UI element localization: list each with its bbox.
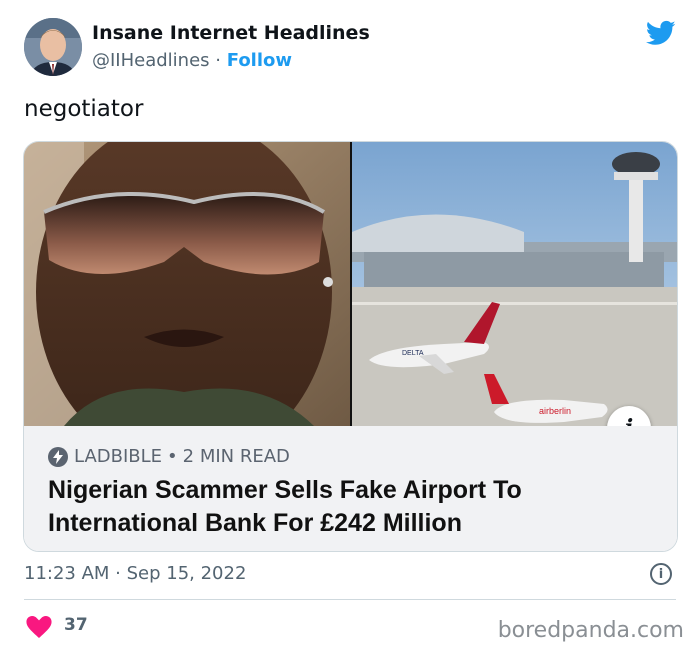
watermark: boredpanda.com xyxy=(497,618,684,643)
card-image[interactable]: DELTA airberlin xyxy=(24,142,677,426)
heart-icon[interactable] xyxy=(26,616,52,638)
follow-button[interactable]: Follow xyxy=(227,50,292,71)
tweet-timestamp[interactable]: 11:23 AM · Sep 15, 2022 xyxy=(24,563,246,584)
tweet: Insane Internet Headlines @IIHeadlines ·… xyxy=(0,0,700,653)
link-card[interactable]: DELTA airberlin i LADBIBLE • 2 MIN READ … xyxy=(23,141,678,552)
avatar-image xyxy=(24,18,82,76)
lightning-bolt-icon xyxy=(48,446,68,467)
author-avatar[interactable] xyxy=(24,18,82,76)
card-read-time: 2 MIN READ xyxy=(182,446,290,467)
plane-livery-airberlin: airberlin xyxy=(539,406,571,416)
card-source-row: LADBIBLE • 2 MIN READ xyxy=(48,446,290,467)
like-count: 37 xyxy=(64,615,88,635)
info-icon[interactable]: i xyxy=(650,563,672,585)
handle-separator: · xyxy=(215,50,222,71)
card-image-collage: DELTA airberlin xyxy=(24,142,677,426)
author-handle[interactable]: @IIHeadlines xyxy=(92,50,210,71)
twitter-bird-icon[interactable] xyxy=(644,18,678,48)
card-meta: LADBIBLE • 2 MIN READ Nigerian Scammer S… xyxy=(24,426,677,551)
plane-livery-delta: DELTA xyxy=(402,350,424,357)
tweet-text: negotiator xyxy=(24,96,144,122)
card-source: LADBIBLE xyxy=(74,446,163,467)
author-name[interactable]: Insane Internet Headlines xyxy=(92,22,370,44)
card-source-separator: • xyxy=(167,446,178,467)
divider xyxy=(24,599,676,600)
author-handle-row: @IIHeadlines · Follow xyxy=(92,50,292,71)
card-headline[interactable]: Nigerian Scammer Sells Fake Airport To I… xyxy=(48,474,658,540)
